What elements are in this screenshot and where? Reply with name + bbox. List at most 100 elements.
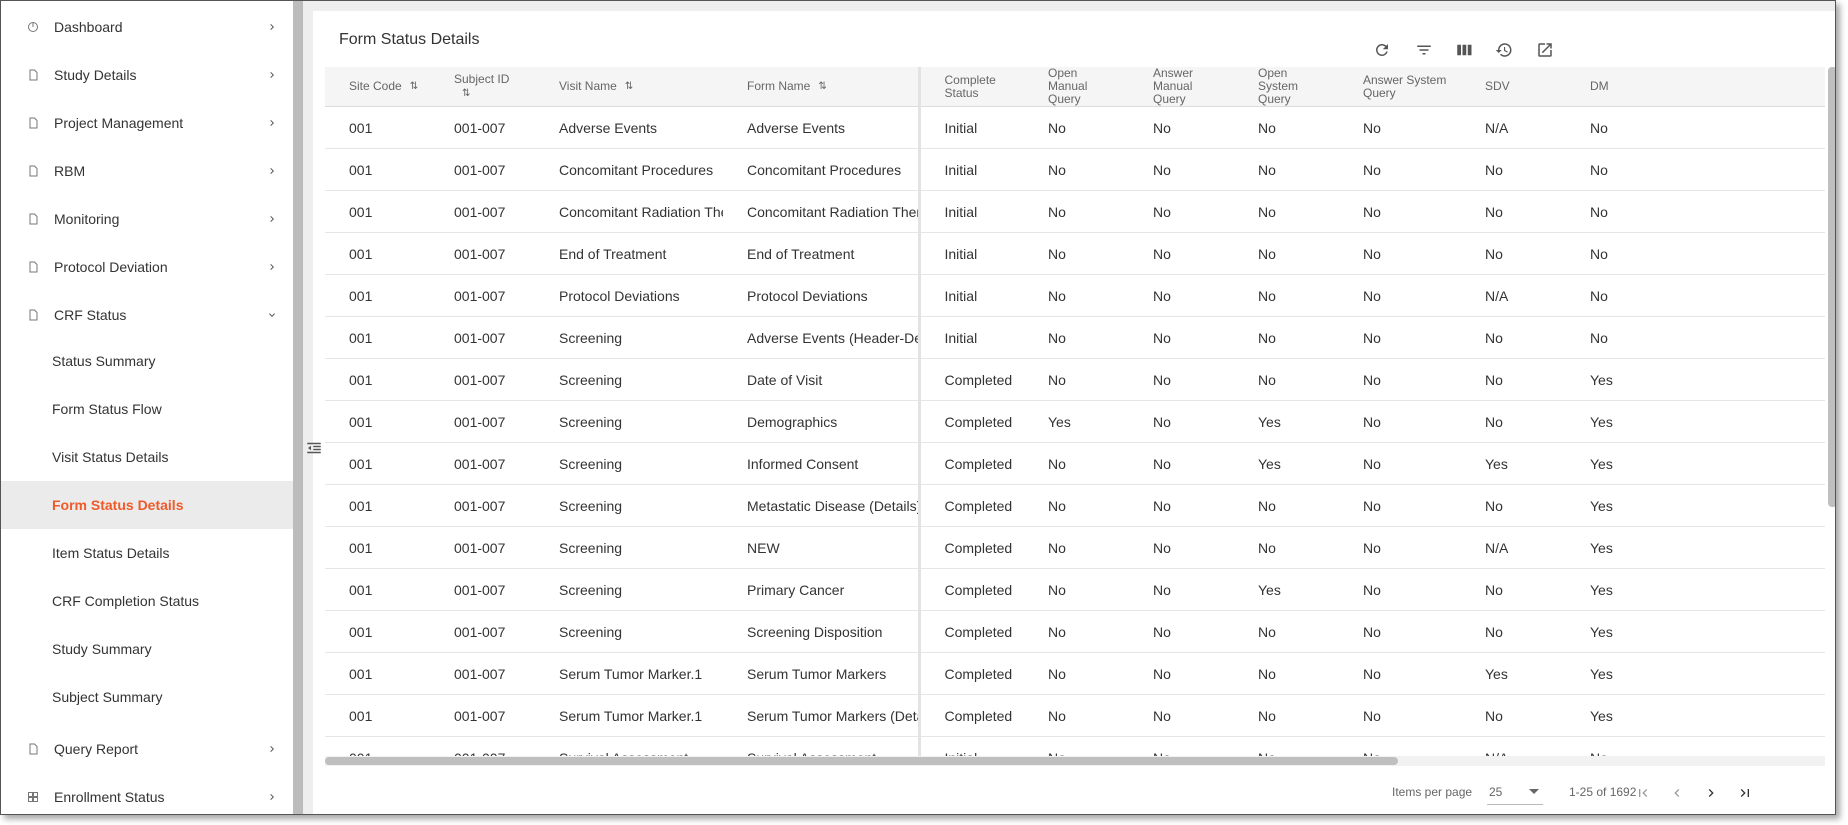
items-per-page-value: 25 bbox=[1489, 785, 1503, 799]
table-cell: Initial bbox=[917, 232, 1024, 275]
table-cell: 001 bbox=[325, 442, 430, 485]
table-cell: Completed bbox=[917, 400, 1024, 443]
table-row[interactable]: 001 001-007 Screening Demographics Completed… bbox=[325, 400, 1825, 443]
table-row[interactable]: 001001-007Concomitant Radiation TherapyC… bbox=[325, 190, 1825, 233]
sidebar-item-protocol-deviation[interactable]: Protocol Deviation bbox=[1, 243, 293, 291]
next-page-button[interactable] bbox=[1699, 781, 1723, 805]
sort-icon[interactable]: ⇅ bbox=[462, 87, 470, 100]
table-cell: No bbox=[1234, 190, 1339, 233]
sidebar-subitem-item-status-details[interactable]: Item Status Details bbox=[1, 529, 293, 577]
sidebar-item-query-report[interactable]: Query Report bbox=[1, 725, 293, 773]
column-header-form-name[interactable]: Form Name ⇅ bbox=[723, 67, 919, 107]
crf-status-icon bbox=[26, 308, 40, 322]
chevron-down-icon bbox=[265, 308, 279, 322]
sidebar-item-project-management[interactable]: Project Management bbox=[1, 99, 293, 147]
table-row[interactable]: 001 001-007 End of Treatment End of Treatme… bbox=[325, 232, 1825, 275]
table-cell: No bbox=[1339, 568, 1461, 611]
sidebar-subitem-visit-status-details[interactable]: Visit Status Details bbox=[1, 433, 293, 481]
sort-icon[interactable]: ⇅ bbox=[818, 80, 826, 93]
table-row[interactable]: 001 001-007 Screening Date of Visit Complete… bbox=[325, 358, 1825, 401]
table-cell: No bbox=[1024, 316, 1129, 359]
refresh-icon[interactable] bbox=[1371, 39, 1393, 61]
sidebar-item-enrollment-status[interactable]: Enrollment Status bbox=[1, 773, 293, 814]
table-cell: Serum Tumor Marker.1 bbox=[535, 694, 723, 737]
vertical-scroll-thumb[interactable] bbox=[1828, 67, 1835, 507]
table-cell: No bbox=[1339, 232, 1461, 275]
last-page-button[interactable] bbox=[1733, 781, 1757, 805]
main-area: Form Status Details Site Code ⇅ Subject … bbox=[303, 1, 1835, 814]
table-cell: Yes bbox=[1461, 442, 1566, 485]
sort-icon[interactable]: ⇅ bbox=[410, 80, 418, 93]
sidebar-item-study-details[interactable]: Study Details bbox=[1, 51, 293, 99]
table-header-row: Site Code ⇅ Subject ID⇅ Visit Name ⇅ Form Nam… bbox=[325, 67, 1825, 107]
table-row[interactable]: 001 001-007 Screening NEW Completed No No No No N… bbox=[325, 526, 1825, 569]
table-cell: No bbox=[1566, 232, 1825, 275]
table-cell: No bbox=[1339, 274, 1461, 317]
table-cell: 001 bbox=[325, 148, 430, 191]
column-header-subject-id[interactable]: Subject ID⇅ bbox=[430, 67, 535, 107]
table-row[interactable]: 001 001-007 Concomitant Procedures Concomit… bbox=[325, 148, 1825, 191]
table-cell: No bbox=[1024, 610, 1129, 653]
sidebar-item-rbm[interactable]: RBM bbox=[1, 147, 293, 195]
table-cell: Yes bbox=[1461, 652, 1566, 695]
table-row[interactable]: 001 001-007 Adverse Events Adverse Events In… bbox=[325, 106, 1825, 149]
table-row[interactable]: 001 001-007 Screening Screening Disposition… bbox=[325, 610, 1825, 653]
first-page-button[interactable] bbox=[1631, 781, 1655, 805]
table-cell: N/A bbox=[1461, 526, 1566, 569]
items-per-page-select[interactable]: 25 bbox=[1487, 781, 1543, 805]
sidebar-subitem-study-summary[interactable]: Study Summary bbox=[1, 625, 293, 673]
table-cell: Yes bbox=[1024, 400, 1129, 443]
column-header-site-code[interactable]: Site Code ⇅ bbox=[325, 67, 430, 107]
sidebar-splitter[interactable] bbox=[293, 1, 303, 814]
table-row[interactable]: 001 001-007 Serum Tumor Marker.1 Serum Tumo… bbox=[325, 652, 1825, 695]
history-icon[interactable] bbox=[1493, 39, 1515, 61]
sidebar-subitem-form-status-flow[interactable]: Form Status Flow bbox=[1, 385, 293, 433]
table-cell: No bbox=[1024, 358, 1129, 401]
table-cell: No bbox=[1461, 400, 1566, 443]
items-per-page-label: Items per page bbox=[1392, 785, 1473, 799]
table-row[interactable]: 001 001-007 Protocol Deviations Protocol De… bbox=[325, 274, 1825, 317]
sidebar-subitem-crf-completion-status[interactable]: CRF Completion Status bbox=[1, 577, 293, 625]
horizontal-scrollbar[interactable] bbox=[325, 756, 1825, 766]
column-header-visit-name[interactable]: Visit Name ⇅ bbox=[535, 67, 723, 107]
previous-page-button[interactable] bbox=[1665, 781, 1689, 805]
sidebar-subitem-form-status-details[interactable]: Form Status Details bbox=[1, 481, 293, 529]
table-row[interactable]: 001 001-007 Serum Tumor Marker.1 Serum Tumo… bbox=[325, 694, 1825, 737]
table-cell: No bbox=[1129, 274, 1234, 317]
column-header-label: Open Manual Query bbox=[1048, 67, 1088, 106]
table-cell: No bbox=[1234, 652, 1339, 695]
table-row[interactable]: 001 001-007 Screening Primary Cancer Complet… bbox=[325, 568, 1825, 611]
table-cell: 001 bbox=[325, 232, 430, 275]
horizontal-scroll-thumb[interactable] bbox=[325, 757, 1398, 765]
chevron-right-icon bbox=[265, 20, 279, 34]
dashboard-icon bbox=[26, 20, 40, 34]
table-cell: End of Treatment bbox=[723, 232, 919, 275]
sidebar-item-crf-status[interactable]: CRF Status bbox=[1, 291, 293, 339]
filter-icon[interactable] bbox=[1413, 39, 1435, 61]
table-cell: No bbox=[1129, 400, 1234, 443]
table-cell: 001 bbox=[325, 694, 430, 737]
table-cell: 001 bbox=[325, 400, 430, 443]
table-cell: No bbox=[1024, 568, 1129, 611]
table-cell: No bbox=[1129, 232, 1234, 275]
table-row[interactable]: 001 001-007 Screening Metastatic Disease (D… bbox=[325, 484, 1825, 527]
open-external-icon[interactable] bbox=[1534, 39, 1556, 61]
table-cell: Screening bbox=[535, 568, 723, 611]
table-cell: 001-007 bbox=[430, 610, 535, 653]
table-row[interactable]: 001 001-007 Screening Informed Consent Compl… bbox=[325, 442, 1825, 485]
table-cell: Primary Cancer bbox=[723, 568, 919, 611]
column-header-label: Answer Manual Query bbox=[1153, 67, 1194, 106]
query-report-icon bbox=[26, 742, 40, 756]
columns-icon[interactable] bbox=[1453, 39, 1475, 61]
table-cell: 001-007 bbox=[430, 694, 535, 737]
table-cell: No bbox=[1461, 610, 1566, 653]
sidebar-item-dashboard[interactable]: Dashboard bbox=[1, 3, 293, 51]
column-header-answer-manual-query: Answer Manual Query bbox=[1129, 67, 1234, 107]
sidebar-subitem-subject-summary[interactable]: Subject Summary bbox=[1, 673, 293, 721]
sidebar-subitem-status-summary[interactable]: Status Summary bbox=[1, 337, 293, 385]
collapse-sidebar-icon[interactable] bbox=[304, 438, 324, 458]
table-cell: 001-007 bbox=[430, 358, 535, 401]
sort-icon[interactable]: ⇅ bbox=[625, 80, 633, 93]
table-row[interactable]: 001 001-007 Screening Adverse Events (Heade… bbox=[325, 316, 1825, 359]
sidebar-item-monitoring[interactable]: Monitoring bbox=[1, 195, 293, 243]
